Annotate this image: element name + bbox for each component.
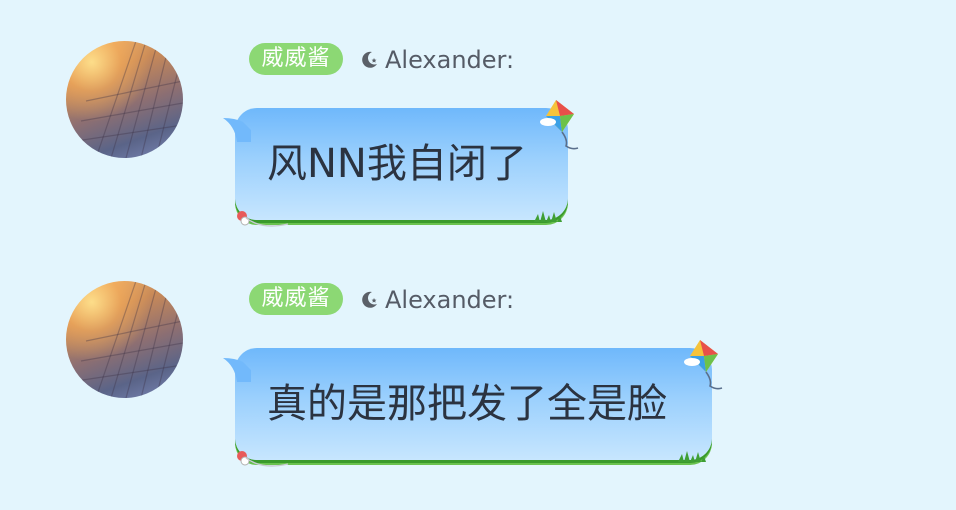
avatar[interactable] <box>66 281 183 398</box>
user-badge: 威威酱 <box>249 43 343 75</box>
avatar-building-image <box>75 281 183 398</box>
message-text: 真的是那把发了全是脸 <box>267 381 667 427</box>
chat-message: 威威酱 Alexander: 风NN我自闭了 <box>0 0 956 240</box>
kite-icon <box>540 100 579 150</box>
avatar-building-image <box>75 41 183 158</box>
bubble-tail <box>223 358 251 382</box>
user-badge: 威威酱 <box>249 283 343 315</box>
kite-icon <box>684 340 723 390</box>
message-bubble[interactable]: 真的是那把发了全是脸 <box>223 348 712 462</box>
username: Alexander: <box>385 286 515 314</box>
moon-star-icon <box>362 51 377 68</box>
grass-icon <box>678 451 706 462</box>
kite-string-decoration <box>237 451 289 467</box>
chat-message: 威威酱 Alexander: 真的是那把发了全是脸 <box>0 240 956 480</box>
avatar[interactable] <box>66 41 183 158</box>
grass-icon <box>534 211 562 222</box>
bubble-tail <box>223 118 251 142</box>
kite-string-decoration <box>237 211 289 227</box>
username: Alexander: <box>385 46 515 74</box>
moon-star-icon <box>362 291 377 308</box>
message-text: 风NN我自闭了 <box>267 141 527 187</box>
